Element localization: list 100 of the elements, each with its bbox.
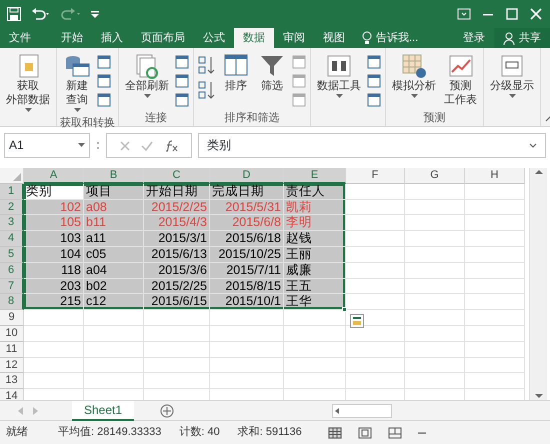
table-cell[interactable] (284, 358, 346, 374)
table-cell[interactable] (346, 184, 405, 200)
page-break-view-icon[interactable] (388, 426, 402, 438)
table-cell[interactable] (465, 262, 525, 279)
table-cell[interactable] (405, 342, 465, 358)
table-cell[interactable] (346, 200, 405, 216)
table-cell[interactable] (405, 215, 465, 232)
table-cell[interactable] (465, 246, 525, 263)
scroll-left-icon[interactable] (333, 406, 342, 414)
table-cell[interactable] (346, 215, 405, 232)
column-header[interactable]: C (144, 168, 210, 184)
table-cell[interactable]: 完成日期 (210, 184, 284, 200)
row-header[interactable]: 13 (0, 373, 24, 390)
column-header[interactable]: D (210, 168, 284, 184)
ribbon-button[interactable]: 预测 工作表 (441, 50, 480, 110)
table-cell[interactable] (210, 326, 284, 342)
table-cell[interactable] (144, 358, 210, 374)
table-cell[interactable] (24, 358, 84, 374)
table-cell[interactable]: b02 (84, 278, 144, 294)
row-header[interactable]: 4 (0, 231, 24, 247)
table-cell[interactable] (405, 246, 465, 263)
vertical-scrollbar[interactable] (529, 168, 547, 400)
row-header[interactable]: 5 (0, 246, 24, 263)
table-cell[interactable] (405, 184, 465, 200)
table-cell[interactable] (84, 373, 144, 390)
table-cell[interactable] (346, 294, 405, 310)
ribbon-tab[interactable]: 视图 (314, 28, 354, 48)
ribbon-tab[interactable]: 文件 (0, 28, 40, 48)
table-cell[interactable] (346, 262, 405, 279)
sheet-tab[interactable]: Sheet1 (72, 400, 134, 420)
ribbon-button[interactable]: 模拟分析 (389, 50, 439, 110)
table-cell[interactable] (405, 310, 465, 326)
row-header[interactable]: 8 (0, 294, 24, 310)
table-cell[interactable] (84, 342, 144, 358)
table-cell[interactable]: 类别 (24, 184, 84, 200)
share-button[interactable]: 共享 (494, 28, 550, 48)
table-cell[interactable]: 2015/10/1 (210, 294, 284, 310)
enter-icon[interactable] (141, 140, 153, 152)
column-header[interactable]: G (405, 168, 465, 184)
table-cell[interactable]: c12 (84, 294, 144, 310)
table-cell[interactable] (284, 373, 346, 390)
table-cell[interactable] (465, 215, 525, 232)
row-header[interactable]: 12 (0, 358, 24, 374)
horizontal-scrollbar[interactable] (332, 404, 392, 418)
redo-icon[interactable] (60, 6, 82, 22)
column-header[interactable]: F (346, 168, 405, 184)
ribbon-button[interactable]: 分级显示 (487, 50, 537, 110)
table-cell[interactable] (346, 342, 405, 358)
table-cell[interactable] (465, 373, 525, 390)
table-cell[interactable] (405, 326, 465, 342)
column-header[interactable]: B (84, 168, 144, 184)
table-cell[interactable]: 215 (24, 294, 84, 310)
ribbon-tab[interactable]: 公式 (194, 28, 234, 48)
column-header[interactable]: A (24, 168, 84, 184)
table-cell[interactable] (465, 358, 525, 374)
ribbon-button[interactable]: 获取 外部数据 (3, 50, 53, 114)
table-cell[interactable] (24, 342, 84, 358)
table-cell[interactable]: 2015/6/13 (144, 246, 210, 263)
table-cell[interactable] (405, 262, 465, 279)
table-cell[interactable]: 威廉 (284, 262, 346, 279)
ribbon-button[interactable]: 全部刷新 (122, 50, 172, 110)
table-cell[interactable] (24, 326, 84, 342)
tell-me-field[interactable]: 告诉我... (376, 30, 418, 46)
sort-descending-icon[interactable] (197, 79, 217, 101)
table-cell[interactable] (405, 231, 465, 247)
formula-field[interactable]: 类别 (198, 133, 546, 158)
table-cell[interactable] (405, 358, 465, 374)
table-cell[interactable]: 2015/6/18 (210, 231, 284, 247)
ribbon-button[interactable]: 筛选 (255, 50, 289, 110)
add-sheet-icon[interactable] (160, 404, 174, 418)
scroll-up-icon[interactable] (534, 168, 544, 176)
table-cell[interactable]: 104 (24, 246, 84, 263)
table-cell[interactable] (24, 373, 84, 390)
table-cell[interactable] (465, 342, 525, 358)
table-cell[interactable]: 王华 (284, 294, 346, 310)
table-cell[interactable] (346, 246, 405, 263)
table-cell[interactable]: 责任人 (284, 184, 346, 200)
close-icon[interactable] (528, 6, 544, 22)
row-header[interactable]: 14 (0, 389, 24, 400)
save-icon[interactable] (6, 6, 22, 22)
table-cell[interactable] (144, 310, 210, 326)
table-icon[interactable] (96, 54, 112, 70)
fill-handle[interactable] (342, 307, 347, 312)
table-cell[interactable]: 2015/7/11 (210, 262, 284, 279)
maximize-icon[interactable] (504, 6, 520, 22)
table-cell[interactable] (284, 342, 346, 358)
table-icon[interactable] (96, 73, 112, 89)
ribbon-button[interactable]: 数据工具 (314, 50, 364, 110)
table-cell[interactable] (210, 342, 284, 358)
row-header[interactable]: 11 (0, 342, 24, 358)
table-cell[interactable] (405, 200, 465, 216)
table-cell[interactable] (465, 326, 525, 342)
table-cell[interactable]: 203 (24, 278, 84, 294)
table-cell[interactable]: 2015/10/25 (210, 246, 284, 263)
next-sheet-icon[interactable] (32, 406, 40, 416)
row-header[interactable]: 6 (0, 262, 24, 279)
name-box[interactable]: A1 (4, 133, 90, 158)
table-cell[interactable] (84, 358, 144, 374)
column-header[interactable]: H (465, 168, 525, 184)
table-cell[interactable]: a11 (84, 231, 144, 247)
